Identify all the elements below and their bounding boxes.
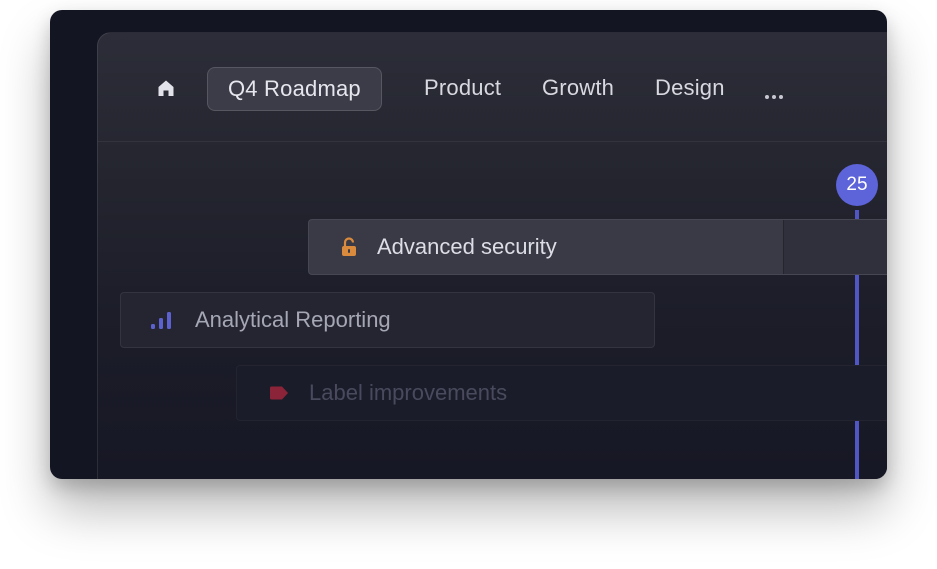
- tab-growth[interactable]: Growth: [542, 67, 614, 109]
- tag-icon: [270, 386, 288, 400]
- bar-extension: [784, 220, 887, 274]
- tab-product[interactable]: Product: [424, 67, 501, 109]
- lock-icon: [342, 237, 356, 256]
- today-marker[interactable]: 25: [836, 164, 878, 206]
- tab-q4-roadmap[interactable]: Q4 Roadmap: [207, 67, 382, 111]
- home-icon[interactable]: [157, 79, 175, 97]
- app-window: Q4 Roadmap Product Growth Design 25 Adva…: [50, 10, 887, 479]
- timeline-item-analytical-reporting[interactable]: Analytical Reporting: [120, 292, 655, 348]
- roadmap-panel: Q4 Roadmap Product Growth Design 25 Adva…: [97, 32, 887, 479]
- item-label: Advanced security: [377, 234, 557, 259]
- item-label: Analytical Reporting: [195, 307, 391, 332]
- timeline-item-advanced-security[interactable]: Advanced security: [308, 219, 887, 275]
- top-navigation: Q4 Roadmap Product Growth Design: [98, 33, 887, 142]
- timeline-item-label-improvements[interactable]: Label improvements: [236, 365, 887, 421]
- bar-chart-icon: [151, 312, 171, 329]
- bar-divider: [783, 220, 784, 274]
- ellipsis-icon[interactable]: [765, 86, 786, 104]
- item-label: Label improvements: [309, 380, 508, 405]
- tab-design[interactable]: Design: [655, 67, 725, 109]
